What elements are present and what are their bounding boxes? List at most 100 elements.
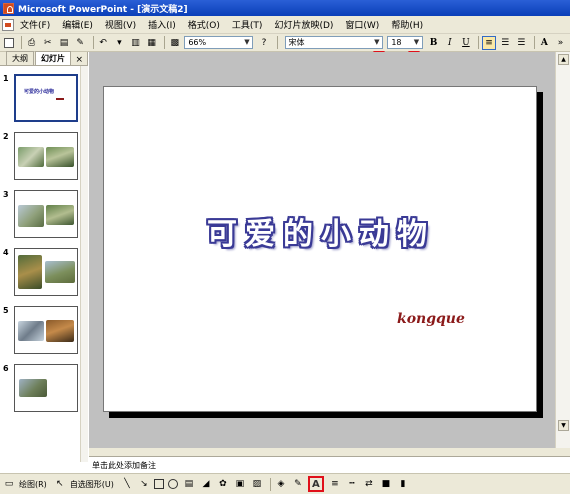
scroll-up-icon[interactable]: ▲ <box>558 54 569 65</box>
print-icon[interactable]: ⎙ <box>25 36 38 50</box>
menu-format[interactable]: 格式(O) <box>188 18 220 31</box>
slide-number: 5 <box>3 306 9 315</box>
table-icon[interactable]: ▦ <box>145 36 158 50</box>
menu-help[interactable]: 帮助(H) <box>391 18 423 31</box>
slide-thumbnail[interactable] <box>14 132 78 180</box>
chevron-down-icon[interactable]: ▼ <box>242 38 251 47</box>
toolbar-separator <box>269 477 271 491</box>
format-painter-icon[interactable]: ✎ <box>74 36 87 50</box>
diagram-icon[interactable]: ✿ <box>216 477 230 491</box>
align-left-icon[interactable]: ≡ <box>482 35 496 50</box>
arrow-icon[interactable]: ↘ <box>137 477 151 491</box>
thumbnail-row[interactable]: 3 <box>0 190 80 240</box>
slide-number: 3 <box>3 190 9 199</box>
line-style-icon[interactable]: ≡ <box>328 477 342 491</box>
undo-dropdown-icon[interactable]: ▾ <box>113 36 126 50</box>
panel-tabs: 大纲 幻灯片 × <box>0 51 87 66</box>
tab-slides[interactable]: 幻灯片 <box>35 51 71 65</box>
thumbnail-row[interactable]: 5 <box>0 306 80 356</box>
slide-subtitle[interactable]: kongque <box>397 311 465 327</box>
line-color-icon[interactable]: ✎ <box>291 477 305 491</box>
workspace-scrollbar[interactable]: ▲ ▼ <box>555 52 570 448</box>
thumbnail-row[interactable]: 1 可爱的小动物 <box>0 74 80 124</box>
thumbnail-subtitle-mark <box>56 98 64 100</box>
menu-file[interactable]: 文件(F) <box>20 18 50 31</box>
thumbnail-row[interactable]: 2 <box>0 132 80 182</box>
tab-outline[interactable]: 大纲 <box>6 51 34 65</box>
document-icon[interactable] <box>2 18 14 31</box>
font-name-select[interactable]: 宋体 ▼ <box>284 36 384 49</box>
font-size-select[interactable]: 18 ▼ <box>387 36 423 49</box>
font-color-button[interactable]: A <box>307 476 324 492</box>
animal-photo <box>18 205 44 227</box>
italic-button[interactable]: I <box>443 36 456 50</box>
toolbar-separator <box>533 36 535 49</box>
draw-menu[interactable]: 绘图(R) <box>19 479 47 490</box>
notes-splitter[interactable] <box>89 448 570 456</box>
slide-thumbnail[interactable] <box>14 306 78 354</box>
panel-scrollbar[interactable] <box>80 66 88 462</box>
animal-photo <box>46 205 74 225</box>
title-bar: Microsoft PowerPoint - [演示文稿2] <box>0 0 570 16</box>
autoshapes-menu[interactable]: 自选图形(U) <box>70 479 114 490</box>
close-icon[interactable]: × <box>75 55 83 65</box>
oval-icon[interactable] <box>167 479 178 489</box>
zoom-value: 66% <box>188 38 207 47</box>
chevron-down-icon[interactable]: ▼ <box>372 38 381 47</box>
undo-icon[interactable]: ↶ <box>97 36 110 50</box>
toolbar-separator <box>21 36 23 49</box>
grid-icon[interactable]: ▩ <box>168 36 181 50</box>
slide-thumbnail[interactable] <box>14 248 78 296</box>
menu-window[interactable]: 窗口(W) <box>345 18 379 31</box>
line-icon[interactable]: ╲ <box>120 477 134 491</box>
dash-style-icon[interactable]: ┅ <box>345 477 359 491</box>
menu-tools[interactable]: 工具(T) <box>232 18 263 31</box>
chevron-down-icon[interactable]: ▼ <box>412 38 421 47</box>
select-pointer-icon[interactable]: ↖ <box>53 477 67 491</box>
menu-insert[interactable]: 插入(I) <box>148 18 176 31</box>
3d-style-icon[interactable]: ▮ <box>396 477 410 491</box>
new-icon[interactable] <box>2 36 15 50</box>
toolbar-options-icon[interactable]: » <box>554 36 567 50</box>
menu-slideshow[interactable]: 幻灯片放映(D) <box>274 18 333 31</box>
scroll-down-icon[interactable]: ▼ <box>558 420 569 431</box>
zoom-select[interactable]: 66% ▼ <box>184 36 254 49</box>
toolbar-separator <box>92 36 94 49</box>
thumbnail-row[interactable]: 4 <box>0 248 80 298</box>
help-icon[interactable]: ? <box>257 36 270 50</box>
underline-button[interactable]: U <box>459 36 472 50</box>
notes-pane[interactable]: 单击此处添加备注 <box>89 456 570 471</box>
slide-number: 1 <box>3 74 9 83</box>
numbering-icon[interactable]: ☰ <box>499 36 512 50</box>
arrow-style-icon[interactable]: ⇄ <box>362 477 376 491</box>
animal-photo <box>19 379 47 397</box>
paste-icon[interactable]: ▤ <box>57 36 70 50</box>
powerpoint-icon <box>3 2 14 14</box>
wordart-icon[interactable]: ◢ <box>199 477 213 491</box>
slide-thumbnails: 1 可爱的小动物 2 3 4 5 6 <box>0 66 80 462</box>
slide-thumbnail[interactable] <box>14 190 78 238</box>
textbox-icon[interactable]: ▤ <box>182 477 196 491</box>
slide-title[interactable]: 可爱的小动物 <box>104 209 538 253</box>
bullets-icon[interactable]: ☰ <box>515 36 528 50</box>
picture-icon[interactable]: ▨ <box>250 477 264 491</box>
bold-button[interactable]: B <box>427 36 440 50</box>
notes-placeholder: 单击此处添加备注 <box>92 461 156 470</box>
view-normal-icon[interactable]: ▭ <box>2 477 16 491</box>
slide-thumbnail[interactable] <box>14 364 78 412</box>
fill-color-icon[interactable]: ◈ <box>274 477 288 491</box>
thumbnail-row[interactable]: 6 <box>0 364 80 414</box>
clipart-icon[interactable]: ▣ <box>233 477 247 491</box>
menu-view[interactable]: 视图(V) <box>105 18 136 31</box>
cut-icon[interactable]: ✂ <box>41 36 54 50</box>
chart-icon[interactable]: ▥ <box>129 36 142 50</box>
shadow-style-icon[interactable]: ■ <box>379 477 393 491</box>
rectangle-icon[interactable] <box>153 479 164 489</box>
menu-edit[interactable]: 编辑(E) <box>62 18 93 31</box>
animal-photo <box>18 255 42 289</box>
toolbar-separator <box>478 36 480 49</box>
increase-font-button[interactable]: A <box>538 36 551 50</box>
slide-number: 2 <box>3 132 9 141</box>
slide-thumbnail[interactable]: 可爱的小动物 <box>14 74 78 122</box>
slide-canvas[interactable]: 可爱的小动物 kongque <box>103 86 537 412</box>
